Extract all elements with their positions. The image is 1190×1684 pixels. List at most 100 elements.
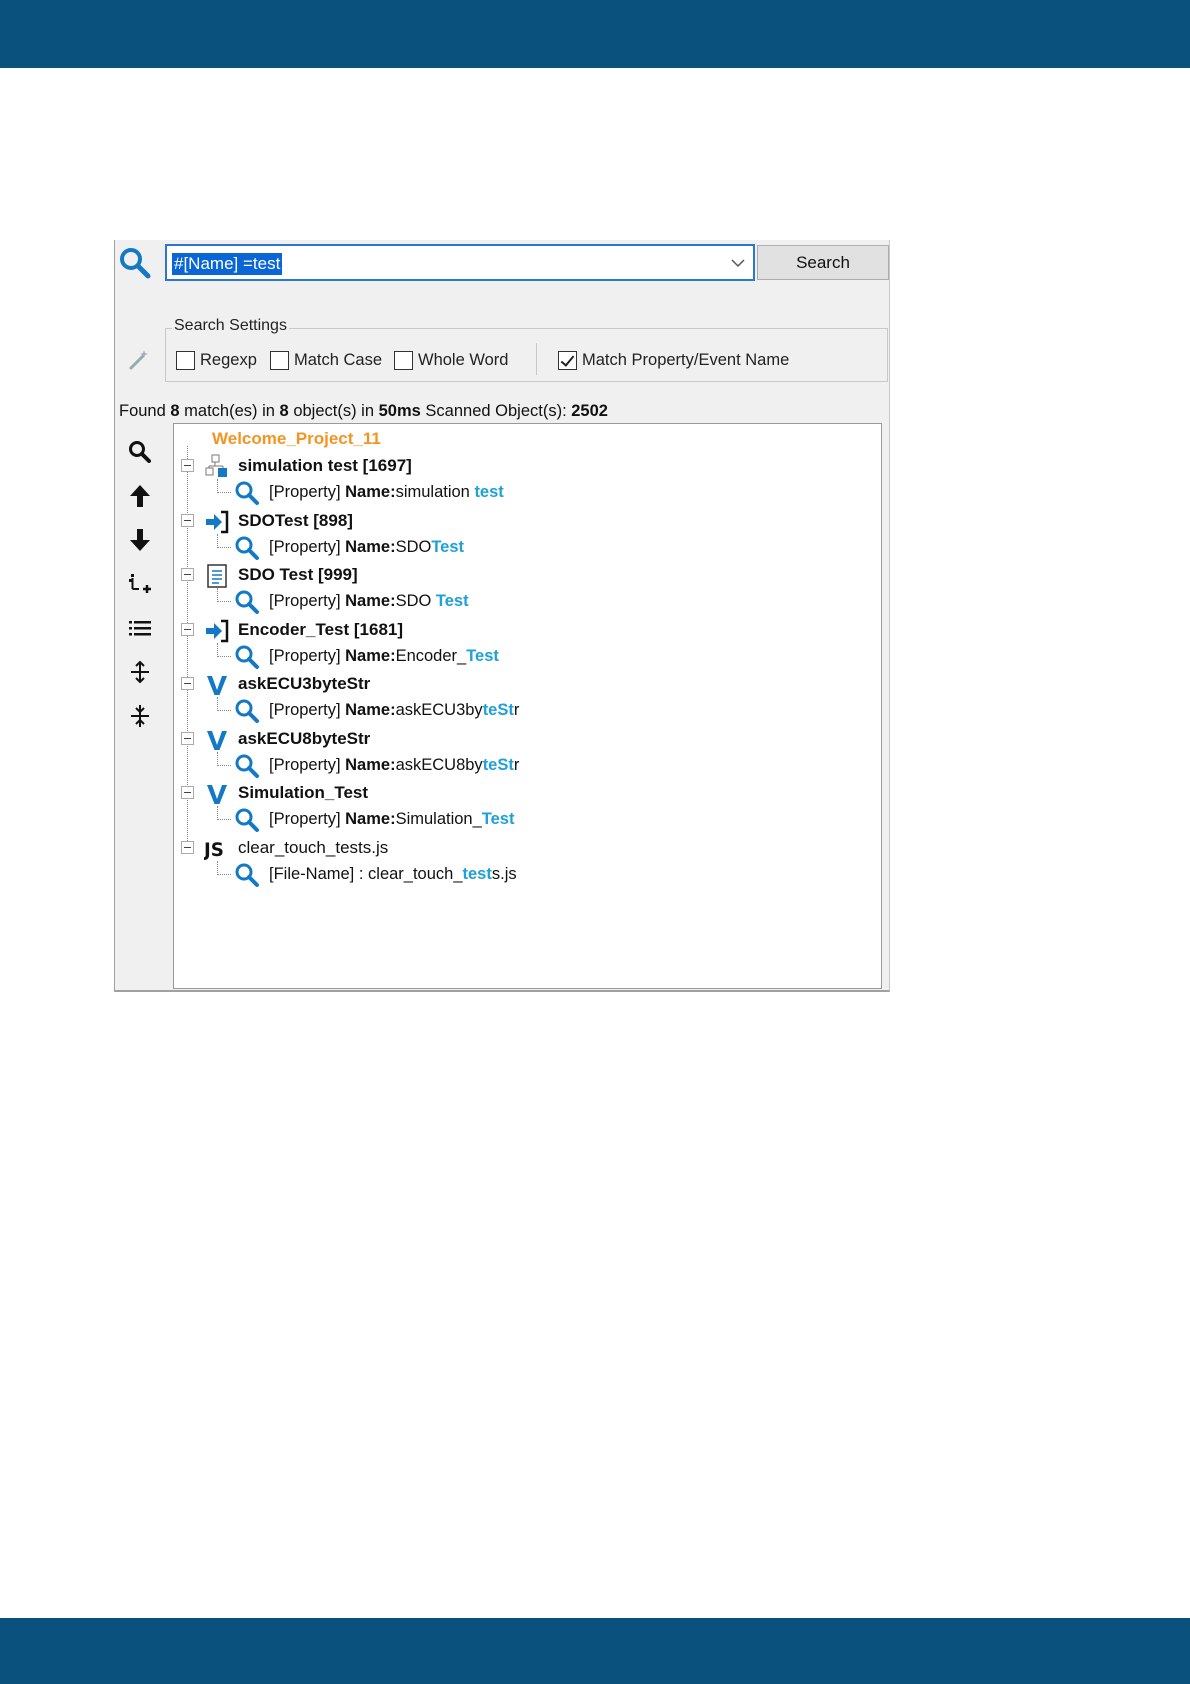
match-highlight: Test	[435, 592, 469, 610]
previous-match-button[interactable]	[123, 479, 157, 513]
regexp-label[interactable]: Regexp	[200, 351, 257, 370]
tree-node[interactable]: Encoder_Test [1681]	[174, 617, 874, 644]
search-button[interactable]: Search	[757, 245, 889, 280]
match-key: Name:	[345, 701, 396, 719]
match-text[interactable]: [Property] Name:simulation test	[269, 483, 504, 502]
match-text[interactable]: [Property] Name:askECU3byteStr	[269, 701, 519, 720]
tree-node[interactable]: simulation test [1697]	[174, 453, 874, 480]
regexp-option[interactable]: Regexp	[176, 349, 257, 371]
tree-elbow-line	[217, 642, 231, 657]
collapse-toggle[interactable]	[181, 513, 194, 527]
search-status-line: Found 8 match(es) in 8 object(s) in 50ms…	[119, 402, 608, 421]
collapse-all-button[interactable]	[123, 699, 157, 733]
collapse-toggle[interactable]	[181, 568, 194, 581]
collapse-toggle[interactable]	[181, 677, 194, 690]
variable-icon	[204, 781, 230, 807]
tree-match-row[interactable]: [Property] Name:Simulation_Test	[174, 806, 774, 833]
collapse-toggle[interactable]	[181, 731, 194, 745]
match-prefix: [Property]	[269, 810, 341, 828]
list-view-button[interactable]	[123, 611, 157, 645]
tree-node[interactable]: SDOTest [898]	[174, 508, 874, 535]
collapse-toggle[interactable]	[181, 622, 194, 636]
match-text[interactable]: [Property] Name:SDOTest	[269, 538, 464, 557]
match-key: Name:	[345, 755, 396, 774]
match-prefix: [Property]	[269, 646, 341, 665]
tree-node-label[interactable]: SDO Test [999]	[238, 565, 358, 585]
match-property-label[interactable]: Match Property/Event Name	[582, 351, 789, 370]
search-results-tree[interactable]: Welcome_Project_11 simulation test [1697…	[173, 423, 882, 989]
tree-node-label[interactable]: clear_touch_tests.js	[238, 838, 388, 858]
match-case-label[interactable]: Match Case	[294, 351, 382, 370]
tree-match-row[interactable]: [Property] Name:SDO Test	[174, 588, 774, 615]
collapse-toggle[interactable]	[181, 840, 194, 854]
match-text[interactable]: [Property] Name:Simulation_Test	[269, 810, 514, 829]
document-icon	[204, 563, 230, 589]
tree-match-row[interactable]: [File-Name] : clear_touch_tests.js	[174, 860, 774, 888]
match-case-checkbox[interactable]	[270, 350, 289, 370]
variable-icon	[204, 727, 230, 753]
tree-node[interactable]: JS clear_touch_tests.js	[174, 835, 874, 862]
tree-match-row[interactable]: [Property] Name:SDOTest	[174, 533, 774, 561]
match-property-option[interactable]: Match Property/Event Name	[558, 349, 789, 371]
tree-node-label[interactable]: simulation test [1697]	[238, 456, 412, 476]
tree-node-label[interactable]: askECU3byteStr	[238, 674, 370, 694]
match-search-icon	[234, 862, 260, 888]
search-query-value[interactable]: #[Name] =test	[172, 253, 283, 275]
whole-word-checkbox[interactable]	[394, 350, 413, 370]
tree-node-label[interactable]: Simulation_Test	[238, 783, 368, 803]
status-match-suffix: match(es) in	[184, 402, 275, 420]
tree-elbow-line	[217, 533, 231, 548]
add-to-selection-button[interactable]	[123, 567, 157, 601]
match-text[interactable]: [Property] Name:askECU8byteStr	[269, 756, 519, 775]
match-property-checkbox[interactable]	[558, 350, 577, 370]
tree-match-row[interactable]: [Property] Name:simulation test	[174, 479, 774, 506]
match-search-icon	[234, 644, 260, 670]
collapse-toggle[interactable]	[181, 786, 194, 799]
tree-match-row[interactable]: [Property] Name:Encoder_Test	[174, 642, 774, 670]
chevron-down-icon[interactable]	[729, 254, 747, 272]
match-search-icon	[234, 480, 260, 506]
search-icon	[129, 441, 151, 463]
match-search-icon	[234, 589, 260, 615]
match-value-post: s.js	[491, 864, 517, 883]
javascript-icon: JS	[204, 836, 230, 862]
match-prefix: [Property]	[269, 537, 341, 556]
next-match-button[interactable]	[123, 523, 157, 557]
search-query-combobox[interactable]: #[Name] =test	[165, 244, 755, 281]
match-case-option[interactable]: Match Case	[270, 349, 382, 371]
tree-node[interactable]: SDO Test [999]	[174, 562, 874, 589]
regexp-checkbox[interactable]	[176, 350, 195, 370]
match-key: Name:	[345, 592, 396, 610]
arrow-in-icon	[204, 509, 230, 535]
status-object-count: 8	[279, 402, 289, 420]
match-text[interactable]: [Property] Name:Encoder_Test	[269, 647, 499, 666]
match-text[interactable]: [Property] Name:SDO Test	[269, 592, 469, 611]
search-settings-group: Search Settings Regexp Match Case Whole …	[165, 317, 888, 382]
status-elapsed-time: 50ms	[378, 402, 421, 420]
search-panel: #[Name] =test Search Search Settings Reg…	[114, 240, 890, 992]
tree-node-label[interactable]: askECU8byteStr	[238, 729, 370, 749]
tree-node[interactable]: askECU3byteStr	[174, 671, 874, 698]
tree-match-row[interactable]: [Property] Name:askECU3byteStr	[174, 697, 774, 724]
whole-word-label[interactable]: Whole Word	[418, 351, 508, 370]
whole-word-option[interactable]: Whole Word	[394, 349, 508, 371]
magic-wand-icon[interactable]	[127, 348, 151, 372]
tree-node-label[interactable]: Encoder_Test [1681]	[238, 620, 403, 640]
tree-node-label[interactable]: SDOTest [898]	[238, 511, 353, 531]
match-text[interactable]: [File-Name] : clear_touch_tests.js	[269, 865, 517, 884]
search-settings-legend: Search Settings	[172, 317, 289, 335]
tree-match-row[interactable]: [Property] Name:askECU8byteStr	[174, 751, 774, 779]
search-icon	[120, 248, 151, 279]
match-value-post: r	[513, 701, 520, 719]
match-value-pre: Encoder_	[395, 646, 467, 665]
page-footer-bar	[0, 1618, 1190, 1684]
arrow-in-icon	[204, 618, 230, 644]
match-value-pre: SDO	[395, 537, 432, 556]
tree-node[interactable]: askECU8byteStr	[174, 726, 874, 753]
tree-node[interactable]: Simulation_Test	[174, 780, 874, 807]
collapse-toggle[interactable]	[181, 459, 194, 472]
tree-root-project[interactable]: Welcome_Project_11	[212, 429, 381, 449]
add-node-icon	[129, 574, 151, 593]
find-button[interactable]	[123, 435, 157, 469]
expand-all-button[interactable]	[123, 655, 157, 689]
